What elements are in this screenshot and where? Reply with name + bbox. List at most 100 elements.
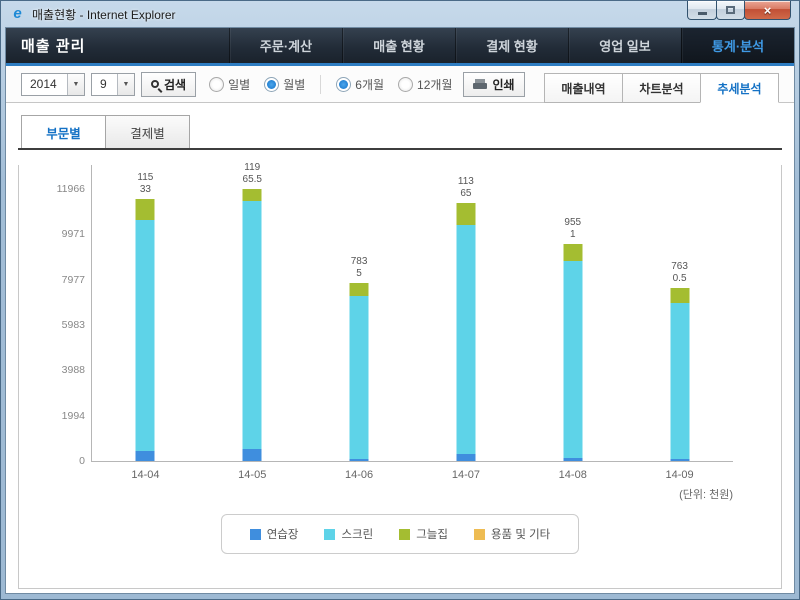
minimize-button[interactable]	[687, 1, 717, 20]
month-select-value: 9	[92, 77, 117, 91]
y-axis-label: 11966	[25, 183, 85, 195]
nav-item-sales-status[interactable]: 매출 현황	[342, 28, 455, 63]
tab-underline	[18, 148, 782, 150]
print-button-label: 인쇄	[492, 76, 514, 93]
content-area: 부문별 결제별 01994398859837977997111966115331…	[6, 103, 794, 589]
print-button[interactable]: 인쇄	[463, 72, 524, 97]
bar-group-14-09: 7630.5	[670, 288, 689, 461]
search-button-label: 검색	[164, 76, 186, 93]
ie-window: e 매출현황 - Internet Explorer × 매출 관리 주문·계산…	[0, 0, 800, 600]
bar-segment-shade	[456, 203, 475, 225]
bar-value-label: 7630.5	[650, 261, 710, 285]
nav-item-daily-report[interactable]: 영업 일보	[568, 28, 681, 63]
tab-sales-detail[interactable]: 매출내역	[544, 73, 623, 103]
legend-item-goods: 용품 및 기타	[474, 526, 550, 542]
ie-logo-icon: e	[9, 6, 26, 23]
close-button[interactable]: ×	[744, 1, 791, 20]
nav-item-statistics-analysis[interactable]: 통계·분석	[681, 28, 794, 63]
main-navigation: 매출 관리 주문·계산 매출 현황 결제 현황 영업 일보 통계·분석	[6, 28, 794, 63]
legend-swatch-icon	[324, 529, 335, 540]
tab-chart-analysis[interactable]: 차트분석	[622, 73, 701, 103]
unit-note: (단위: 천원)	[19, 486, 733, 502]
chart-legend: 연습장 스크린 그늘집 용품 및 기타	[221, 514, 580, 554]
legend-label: 그늘집	[416, 526, 448, 542]
view-tab-strip: 매출내역 차트분석 추세분석	[545, 73, 779, 103]
bar-group-14-08: 9551	[563, 244, 582, 461]
year-select-value: 2014	[22, 77, 67, 91]
maximize-button[interactable]	[716, 1, 745, 20]
x-axis-label: 14-09	[666, 469, 694, 481]
title-bar: e 매출현황 - Internet Explorer	[1, 1, 799, 27]
bar-segment-practice	[350, 459, 369, 461]
bar-segment-shade	[563, 244, 582, 261]
radio-12month[interactable]: 12개월	[398, 76, 452, 93]
bar-group-14-06: 7835	[350, 283, 369, 461]
bar-segment-shade	[350, 283, 369, 296]
y-axis-label: 5983	[25, 319, 85, 331]
bar-group-14-07: 11365	[456, 203, 475, 461]
bar-group-14-04: 11533	[136, 199, 155, 461]
y-axis-label: 9971	[25, 228, 85, 240]
stacked-bar-chart: 019943988598379779971119661153314-041196…	[91, 165, 733, 462]
bar-segment-screen	[350, 296, 369, 459]
bar-segment-screen	[243, 201, 262, 449]
bar-segment-shade	[136, 199, 155, 220]
legend-label: 스크린	[341, 526, 373, 542]
close-icon: ×	[764, 2, 772, 19]
bar-value-label: 11965.5	[222, 162, 282, 186]
x-axis-label: 14-07	[452, 469, 480, 481]
radio-6month[interactable]: 6개월	[336, 76, 384, 93]
radio-6month-label: 6개월	[355, 76, 384, 93]
chart-panel: 019943988598379779971119661153314-041196…	[18, 165, 782, 589]
search-button[interactable]: 검색	[141, 72, 196, 97]
x-axis-label: 14-04	[131, 469, 159, 481]
bar-segment-practice	[456, 454, 475, 461]
y-axis-label: 3988	[25, 364, 85, 376]
bar-segment-screen	[456, 225, 475, 454]
bar-segment-shade	[670, 288, 689, 304]
nav-item-payment-status[interactable]: 결제 현황	[455, 28, 568, 63]
y-axis-label: 1994	[25, 410, 85, 422]
radio-monthly[interactable]: 월별	[264, 76, 305, 93]
legend-item-shade: 그늘집	[399, 526, 448, 542]
bar-segment-practice	[563, 458, 582, 461]
printer-icon	[473, 79, 487, 90]
toolbar: 2014 ▼ 9 ▼ 검색 일별 월별 6개월	[6, 66, 794, 103]
bar-segment-screen	[563, 261, 582, 458]
bar-segment-practice	[243, 449, 262, 461]
bar-segment-practice	[670, 459, 689, 461]
maximize-icon	[726, 6, 735, 14]
minimize-icon	[698, 12, 707, 15]
legend-swatch-icon	[474, 529, 485, 540]
x-axis-label: 14-08	[559, 469, 587, 481]
bar-segment-shade	[243, 189, 262, 201]
legend-item-screen: 스크린	[324, 526, 373, 542]
radio-icon	[264, 77, 279, 92]
chevron-down-icon: ▼	[67, 74, 84, 95]
window-client-area: 매출 관리 주문·계산 매출 현황 결제 현황 영업 일보 통계·분석 2014…	[5, 27, 795, 594]
chevron-down-icon: ▼	[117, 74, 134, 95]
radio-icon	[398, 77, 413, 92]
year-select[interactable]: 2014 ▼	[21, 73, 85, 96]
tab-by-division[interactable]: 부문별	[21, 115, 106, 148]
radio-12month-label: 12개월	[417, 76, 452, 93]
bar-segment-screen	[670, 303, 689, 458]
bar-value-label: 7835	[329, 256, 389, 280]
radio-monthly-label: 월별	[283, 76, 305, 93]
radio-icon	[336, 77, 351, 92]
tab-trend-analysis[interactable]: 추세분석	[700, 73, 779, 103]
tab-by-payment[interactable]: 결제별	[105, 115, 190, 148]
radio-daily[interactable]: 일별	[209, 76, 250, 93]
legend-swatch-icon	[399, 529, 410, 540]
legend-label: 연습장	[267, 526, 299, 542]
bar-segment-practice	[136, 451, 155, 461]
month-select[interactable]: 9 ▼	[91, 73, 135, 96]
radio-daily-label: 일별	[228, 76, 250, 93]
nav-item-order-calc[interactable]: 주문·계산	[229, 28, 342, 63]
y-axis-label: 7977	[25, 274, 85, 286]
window-title: 매출현황 - Internet Explorer	[32, 6, 176, 23]
bar-value-label: 11533	[115, 172, 175, 196]
legend-label: 용품 및 기타	[491, 526, 550, 542]
bar-group-14-05: 11965.5	[243, 189, 262, 461]
toolbar-divider	[320, 75, 321, 94]
